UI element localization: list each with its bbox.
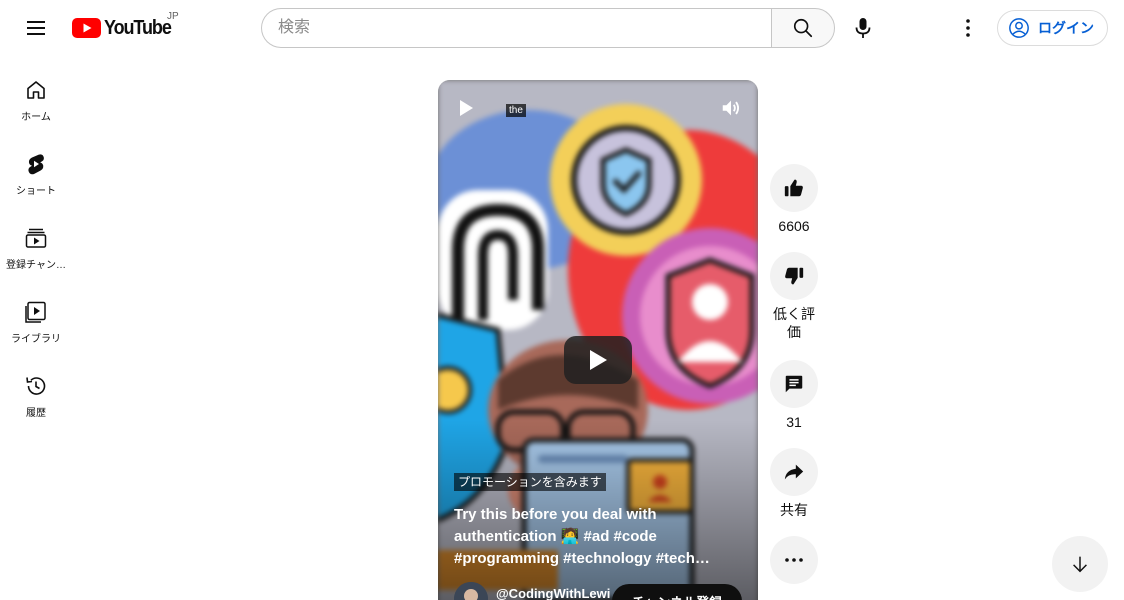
avatar-image xyxy=(454,582,488,600)
country-code: JP xyxy=(167,11,179,22)
login-button[interactable]: ログイン xyxy=(997,10,1108,46)
shorts-icon xyxy=(28,154,44,175)
sidebar-item-shorts[interactable]: ショート xyxy=(4,136,68,210)
share-icon xyxy=(784,464,804,480)
sidebar-item-home[interactable]: ホーム xyxy=(4,62,68,136)
short-video-player[interactable]: the プロモーションを含みます Try this before you dea… xyxy=(438,80,758,600)
library-icon xyxy=(25,301,46,323)
like-button[interactable] xyxy=(770,164,818,212)
sidebar-item-label: ホーム xyxy=(21,112,51,123)
like-count: 6606 xyxy=(778,218,810,234)
short-title[interactable]: Try this before you deal with authentica… xyxy=(454,504,742,570)
sidebar-item-label: ショート xyxy=(16,186,56,197)
guide-menu-button[interactable] xyxy=(20,12,52,44)
comment-count: 31 xyxy=(786,414,802,430)
channel-row: @CodingWithLewi チャンネル登録 xyxy=(454,582,754,600)
play-icon xyxy=(590,350,607,370)
center-play-button[interactable] xyxy=(564,336,632,384)
share-label: 共有 xyxy=(780,502,808,518)
logo-wordmark: YouTube xyxy=(104,16,172,39)
youtube-logo[interactable]: YouTube xyxy=(72,16,178,40)
login-label: ログイン xyxy=(1038,20,1094,36)
youtube-play-icon xyxy=(72,18,101,38)
search-input[interactable] xyxy=(262,9,772,47)
microphone-icon xyxy=(855,18,871,38)
search-icon xyxy=(793,18,813,38)
subscribe-button[interactable]: チャンネル登録 xyxy=(612,584,742,600)
play-icon[interactable] xyxy=(456,98,476,118)
thumbs-down-icon xyxy=(785,267,804,285)
next-short-button[interactable] xyxy=(1052,536,1108,592)
settings-menu-button[interactable] xyxy=(948,8,988,48)
paid-promotion-label: プロモーションを含みます xyxy=(454,473,606,491)
dislike-button[interactable] xyxy=(770,252,818,300)
sidebar-item-subscriptions[interactable]: 登録チャン… xyxy=(4,210,68,284)
more-actions-button[interactable] xyxy=(770,536,818,584)
history-icon xyxy=(26,377,46,395)
sidebar-item-history[interactable]: 履歴 xyxy=(4,358,68,432)
voice-search-button[interactable] xyxy=(843,8,883,48)
subscriptions-icon xyxy=(25,228,47,248)
sidebar-item-label: 登録チャン… xyxy=(6,260,66,271)
channel-name[interactable]: @CodingWithLewi xyxy=(496,586,610,600)
more-horiz-icon xyxy=(785,558,803,562)
search-box xyxy=(261,8,772,48)
account-icon xyxy=(1009,18,1029,38)
sidebar-item-label: 履歴 xyxy=(26,408,46,419)
masthead: YouTube JP ログイン xyxy=(0,0,1124,56)
dislike-label: 低く評価 xyxy=(773,306,815,340)
sidebar-item-library[interactable]: ライブラリ xyxy=(4,284,68,358)
channel-avatar[interactable] xyxy=(454,582,488,600)
thumbs-up-icon xyxy=(784,179,803,197)
volume-icon[interactable] xyxy=(720,97,742,119)
comment-icon xyxy=(785,375,803,393)
comments-button[interactable] xyxy=(770,360,818,408)
search-button[interactable] xyxy=(771,8,835,48)
sidebar-item-label: ライブラリ xyxy=(11,334,61,345)
share-button[interactable] xyxy=(770,448,818,496)
caption-text: the xyxy=(506,104,526,117)
arrow-down-icon xyxy=(1073,556,1087,573)
more-vert-icon xyxy=(966,19,970,37)
home-icon xyxy=(27,81,45,99)
